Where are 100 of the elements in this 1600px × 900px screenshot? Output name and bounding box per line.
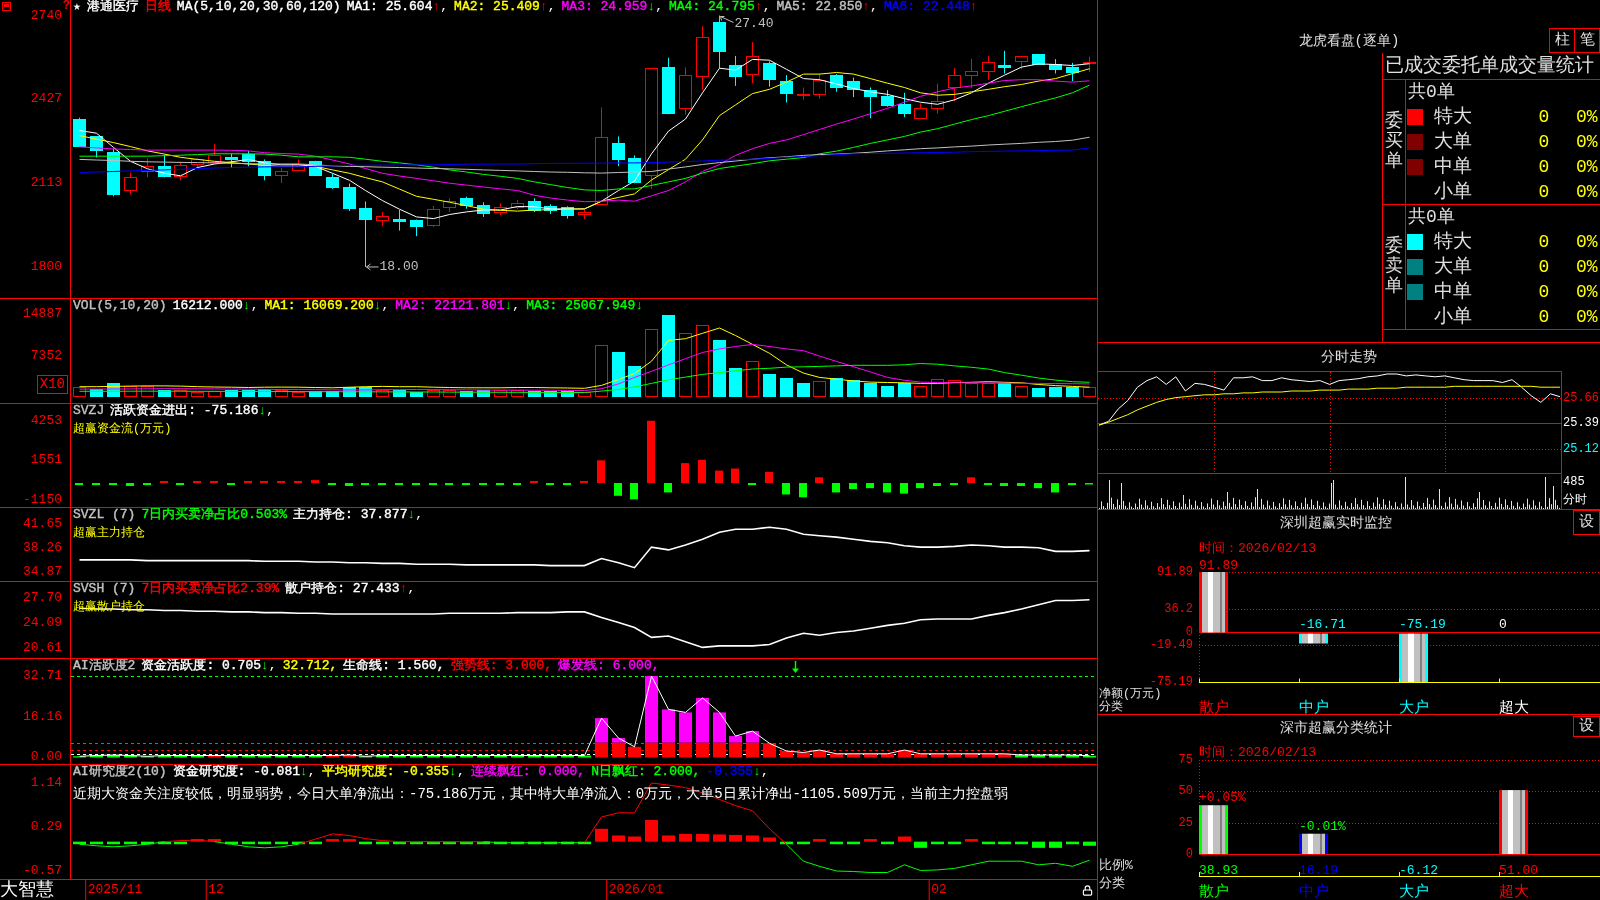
- bar: [765, 471, 773, 484]
- bar: [1083, 841, 1096, 846]
- separator: ,: [268, 659, 277, 672]
- separator: ,: [760, 765, 769, 778]
- axis-label: 27.70: [23, 590, 62, 605]
- trend-arrow: ↑: [539, 0, 548, 13]
- axis-label: 25.39: [1563, 417, 1599, 430]
- candlestick: [797, 86, 810, 101]
- candlestick: [359, 200, 372, 268]
- category-label: 中户: [1299, 700, 1329, 717]
- candlestick: [696, 25, 709, 91]
- settings-button[interactable]: 设: [1573, 510, 1600, 535]
- category-label: 大户: [1399, 700, 1429, 717]
- bar: [1032, 388, 1045, 397]
- bar: [143, 483, 151, 486]
- indicator-reading: SVZL (7): [73, 508, 136, 521]
- axis-label: 32.71: [23, 669, 62, 683]
- bar: [244, 480, 252, 484]
- date-label: 02: [928, 880, 947, 900]
- group-label: 委卖单: [1385, 237, 1403, 297]
- trend-arrow: ↓: [647, 0, 656, 13]
- bar: [595, 718, 608, 743]
- unit-label: X10: [36, 375, 68, 394]
- order-count: 0: [1537, 106, 1551, 129]
- value-label: -6.12: [1399, 863, 1438, 878]
- bar: [395, 483, 403, 486]
- bar: [662, 709, 675, 743]
- indicator-reading: 生命线: 1.560,: [343, 659, 445, 672]
- separator: ,: [266, 404, 275, 417]
- bar: [931, 379, 944, 397]
- bar: [294, 480, 302, 484]
- indicator-reading: SVZJ: [73, 404, 105, 417]
- bar: [443, 390, 456, 397]
- view-button[interactable]: 笔: [1574, 28, 1600, 53]
- bar: [696, 697, 709, 743]
- candlestick: [393, 209, 406, 232]
- bar: [731, 468, 739, 484]
- indicator-reading: MA3: 25067.949: [526, 299, 636, 312]
- axis-label: 16.16: [23, 710, 62, 725]
- view-button[interactable]: 柱: [1549, 28, 1575, 53]
- order-size-label: 大单: [1434, 256, 1473, 278]
- axis-label: 14887: [23, 307, 62, 322]
- axis-label: 36.2: [1164, 602, 1193, 615]
- bar: [898, 383, 911, 397]
- indicator-reading: SVSH (7): [73, 582, 136, 595]
- bar: [645, 742, 658, 758]
- bar: [799, 483, 807, 498]
- change-label: -0.01%: [1299, 819, 1346, 833]
- separator: ,: [456, 765, 465, 778]
- bar: [412, 483, 420, 486]
- trend-arrow: ↓: [753, 765, 761, 778]
- bar: [748, 483, 756, 486]
- bar: [376, 390, 389, 397]
- bar: [763, 837, 776, 842]
- order-percent: 0%: [1576, 155, 1598, 178]
- bar: [713, 712, 726, 743]
- bar: [967, 477, 975, 484]
- square-icon: [2, 2, 11, 11]
- bar: [965, 839, 978, 842]
- bar: [815, 477, 823, 484]
- trend-arrow: ↑: [399, 582, 408, 595]
- settings-button[interactable]: 设: [1573, 716, 1600, 737]
- bar: [864, 839, 877, 842]
- bar: [866, 483, 874, 489]
- bar: [813, 839, 826, 842]
- lock-icon: [1082, 884, 1093, 896]
- bar: [75, 483, 83, 486]
- help-button[interactable]: ?: [62, 0, 70, 12]
- bar: [645, 676, 658, 743]
- axis-label: -1150: [23, 492, 62, 507]
- axis-label: 1800: [30, 259, 62, 274]
- bar: [830, 378, 843, 397]
- trend-arrow: ↓: [635, 299, 644, 312]
- change-label: +0.05%: [1199, 791, 1246, 805]
- bar: [1034, 483, 1042, 489]
- bar: [883, 483, 891, 493]
- bar: [914, 386, 927, 397]
- bar: [479, 483, 487, 486]
- bar: [849, 483, 857, 490]
- bar: [174, 390, 187, 397]
- axis-label: 20.61: [23, 641, 62, 655]
- panel-title: 分时走势: [1321, 349, 1377, 365]
- bar: [729, 834, 742, 842]
- indicator-reading: 日线: [144, 0, 171, 13]
- bar: [1000, 483, 1008, 486]
- indicator-reading: 港通医疗: [86, 0, 139, 13]
- separator: ,: [407, 582, 416, 595]
- order-size-label: 大单: [1434, 131, 1473, 153]
- bar: [193, 480, 201, 484]
- bar: [1032, 841, 1045, 848]
- bar: [109, 483, 117, 486]
- bar: [343, 839, 356, 842]
- trend-arrow: ↓: [258, 404, 267, 417]
- indicator-reading: MA3: 24.959: [561, 0, 648, 13]
- axis-label: 75: [1178, 754, 1193, 766]
- bar: [1066, 387, 1079, 397]
- table-header: 已成交委托单成交量统计: [1385, 55, 1594, 77]
- bar: [1051, 483, 1059, 493]
- bar: [696, 742, 709, 758]
- bar: [948, 380, 961, 397]
